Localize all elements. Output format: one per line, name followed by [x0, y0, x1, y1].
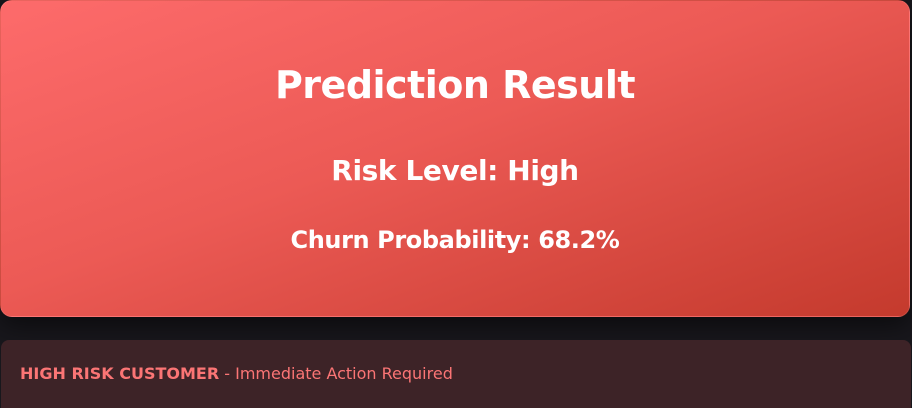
- alert-strong-label: HIGH RISK CUSTOMER: [20, 364, 220, 383]
- high-risk-alert-banner: HIGH RISK CUSTOMER - Immediate Action Re…: [1, 340, 911, 408]
- churn-probability-text: Churn Probability: 68.2%: [290, 226, 620, 254]
- alert-message: - Immediate Action Required: [219, 364, 453, 383]
- risk-level-text: Risk Level: High: [331, 154, 579, 187]
- prediction-result-title: Prediction Result: [274, 63, 636, 107]
- alert-text: HIGH RISK CUSTOMER - Immediate Action Re…: [20, 364, 453, 383]
- prediction-result-card: Prediction Result Risk Level: High Churn…: [0, 0, 910, 317]
